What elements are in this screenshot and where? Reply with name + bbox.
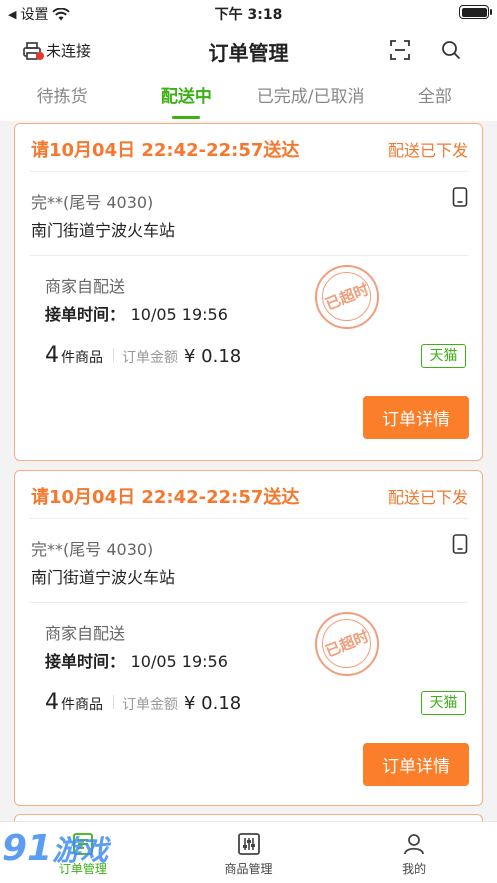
tab-all[interactable]: 全部 bbox=[373, 76, 497, 121]
platform-badge: 天猫 bbox=[421, 691, 466, 715]
accept-time-label: 接单时间： bbox=[45, 652, 126, 671]
order-tabs: 待拣货 配送中 已完成/已取消 全部 bbox=[0, 76, 497, 121]
user-icon bbox=[404, 834, 425, 855]
order-status: 配送已下发 bbox=[387, 488, 468, 507]
watermark-logo: 91游戏 bbox=[2, 828, 108, 869]
customer-address: 南门街道宁波火车站 bbox=[31, 221, 176, 240]
order-amount: ¥ 0.18 bbox=[184, 693, 242, 714]
tab-delivering[interactable]: 配送中 bbox=[124, 76, 248, 121]
accept-time-value: 10/05 19:56 bbox=[130, 305, 228, 324]
order-card: 请10月04日 22:42-22:57送达 配送已下发 完**(尾号 4030)… bbox=[14, 470, 483, 806]
delivery-method: 商家自配送 bbox=[45, 277, 126, 296]
customer-info: 完**(尾号 4030) 南门街道宁波火车站 bbox=[29, 519, 468, 603]
order-status: 配送已下发 bbox=[387, 141, 468, 160]
page-title: 订单管理 bbox=[208, 41, 289, 65]
customer-name: 完**(尾号 4030) bbox=[31, 540, 154, 559]
order-summary: 4 件商品 订单金额 ¥ 0.18 bbox=[45, 343, 241, 368]
search-icon[interactable] bbox=[441, 40, 461, 60]
order-card: 请10月04日 22:42-22:57送达 配送已下发 完**(尾号 4030)… bbox=[14, 123, 483, 461]
phone-icon[interactable] bbox=[452, 187, 468, 207]
order-detail-button[interactable]: 订单详情 bbox=[363, 743, 469, 786]
scan-icon[interactable] bbox=[390, 40, 410, 60]
item-count-unit: 件商品 bbox=[61, 350, 103, 366]
amount-label: 订单金额 bbox=[122, 697, 178, 713]
bottom-tab-products[interactable]: 商品管理 bbox=[166, 822, 332, 883]
order-card-header: 请10月04日 22:42-22:57送达 配送已下发 bbox=[29, 471, 468, 519]
delivery-method: 商家自配送 bbox=[45, 624, 126, 643]
overdue-stamp: 已超时 bbox=[315, 265, 379, 329]
phone-icon[interactable] bbox=[452, 534, 468, 554]
battery-icon bbox=[459, 5, 492, 19]
accept-time-label: 接单时间： bbox=[45, 305, 126, 324]
order-summary: 4 件商品 订单金额 ¥ 0.18 bbox=[45, 690, 241, 715]
platform-badge: 天猫 bbox=[421, 344, 466, 368]
status-time: 下午 3:18 bbox=[214, 7, 283, 23]
delivery-time-window: 请10月04日 22:42-22:57送达 bbox=[31, 140, 300, 161]
tab-completed-cancelled[interactable]: 已完成/已取消 bbox=[249, 76, 373, 121]
nav-bar: 未连接 订单管理 bbox=[0, 26, 497, 76]
item-count-unit: 件商品 bbox=[61, 697, 103, 713]
accept-time: 接单时间： 10/05 19:56 bbox=[45, 301, 228, 325]
tab-to-pick[interactable]: 待拣货 bbox=[0, 76, 124, 121]
accept-time-value: 10/05 19:56 bbox=[130, 652, 228, 671]
order-amount: ¥ 0.18 bbox=[184, 346, 242, 367]
amount-label: 订单金额 bbox=[122, 350, 178, 366]
item-count: 4 bbox=[45, 343, 59, 368]
delivery-time-window: 请10月04日 22:42-22:57送达 bbox=[31, 487, 300, 508]
order-detail-button[interactable]: 订单详情 bbox=[363, 396, 469, 439]
accept-time: 接单时间： 10/05 19:56 bbox=[45, 648, 228, 672]
sliders-icon bbox=[237, 833, 260, 855]
watermark-brand: 91 bbox=[2, 828, 53, 869]
customer-address: 南门街道宁波火车站 bbox=[31, 568, 176, 587]
customer-name: 完**(尾号 4030) bbox=[31, 193, 154, 212]
order-card-header: 请10月04日 22:42-22:57送达 配送已下发 bbox=[29, 124, 468, 172]
bottom-tab-profile-label: 我的 bbox=[402, 862, 427, 876]
status-bar: ◀ 设置 下午 3:18 bbox=[0, 0, 497, 26]
overdue-stamp: 已超时 bbox=[315, 612, 379, 676]
watermark-text: 游戏 bbox=[52, 834, 109, 867]
bottom-tab-products-label: 商品管理 bbox=[224, 862, 273, 876]
customer-info: 完**(尾号 4030) 南门街道宁波火车站 bbox=[29, 172, 468, 256]
item-count: 4 bbox=[45, 690, 59, 715]
bottom-tab-profile[interactable]: 我的 bbox=[331, 822, 497, 883]
